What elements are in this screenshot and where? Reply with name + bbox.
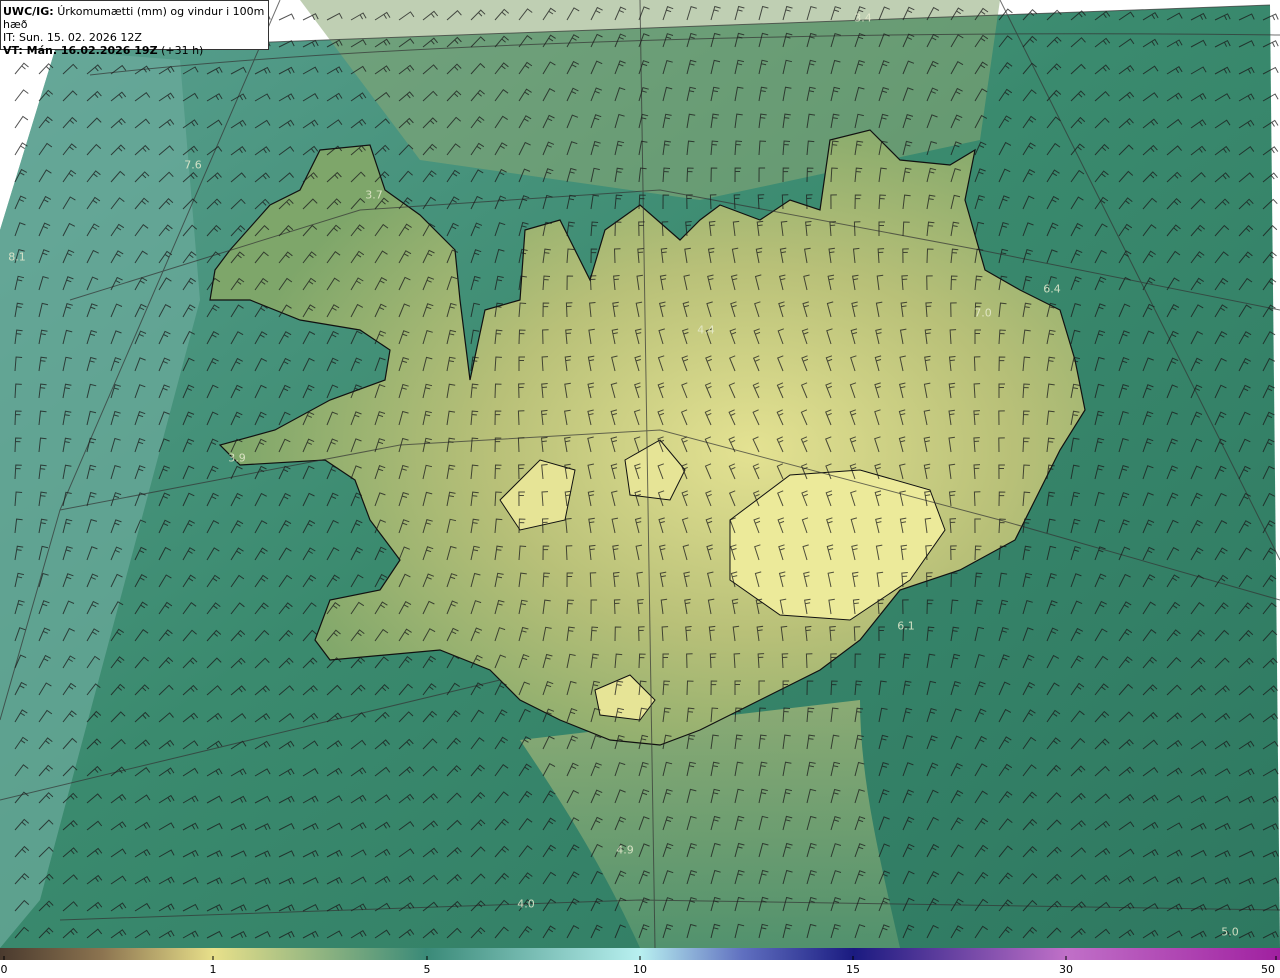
model-label: UWC/IG: [3,5,54,18]
colorbar-tick: 10 [633,963,647,976]
colorbar-tick: 1 [209,963,217,976]
issue-time: IT: Sun. 15. 02. 2026 12Z [3,31,142,44]
colorbar-tick: 0 [0,963,8,976]
map-value: 3.4 [854,11,872,25]
colorbar-tick: 30 [1059,963,1073,976]
colorbar-tick: 50 [1261,963,1275,976]
forecast-offset: (+31 h) [161,44,204,57]
map-value: 3.7 [365,188,383,202]
valid-time: VT: Mán. 16.02.2026 19Z [3,44,158,57]
map-value: 6.4 [1043,282,1061,296]
map-value: 3.9 [228,451,246,465]
map-value: 5.0 [1221,925,1239,939]
map-value: 6.1 [897,619,915,633]
colorbar-tick: 15 [846,963,860,976]
map-value: 4.4 [697,323,715,337]
map-value: 7.6 [184,158,202,172]
colorbar [0,948,1280,960]
precipitation-wind-map [0,0,1280,948]
map-value: 4.9 [616,843,634,857]
map-value: 4.0 [517,897,535,911]
map-value: 8.1 [8,250,26,264]
map-header: UWC/IG: Úrkomumætti (mm) og vindur i 100… [0,0,269,57]
colorbar-tick: 5 [423,963,431,976]
map-value: 7.0 [974,306,992,320]
